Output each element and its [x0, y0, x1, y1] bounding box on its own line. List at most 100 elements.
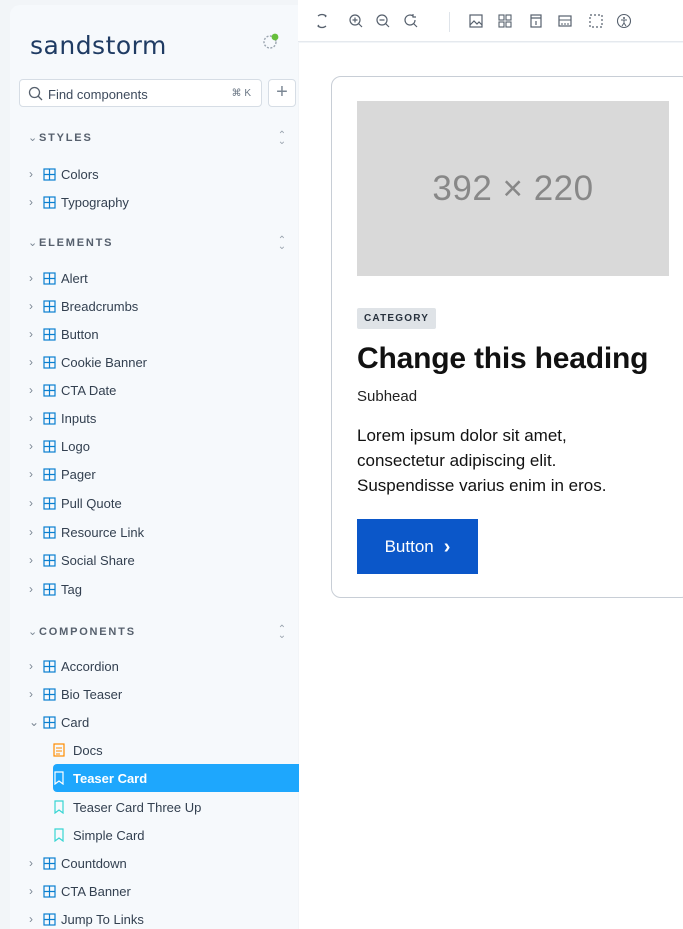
chevron-right-icon: › — [29, 582, 33, 596]
add-button[interactable]: + — [268, 79, 296, 107]
sidebar-item-label: Card — [61, 714, 90, 730]
zoom-out-icon[interactable] — [375, 13, 391, 29]
sidebar-item-label: Simple Card — [73, 827, 145, 843]
card-heading: Change this heading — [357, 342, 649, 375]
sidebar-item-logo[interactable]: › Logo — [29, 434, 90, 458]
sidebar-item-teaser-card-three-up[interactable]: Teaser Card Three Up — [53, 795, 201, 819]
section-components[interactable]: ⌄COMPONENTS — [28, 625, 136, 638]
reset-zoom-icon[interactable] — [403, 13, 419, 29]
sidebar-item-label: Jump To Links — [61, 911, 144, 927]
sidebar-item-resource-link[interactable]: › Resource Link — [29, 520, 144, 544]
sidebar-item-tag[interactable]: › Tag — [29, 577, 82, 601]
chevron-right-icon: › — [29, 525, 33, 539]
component-icon — [43, 496, 56, 510]
viewport-icon[interactable] — [528, 13, 544, 29]
bookmark-icon — [54, 771, 64, 785]
chevron-right-icon: › — [29, 467, 33, 481]
sidebar-item-label: Bio Teaser — [61, 686, 123, 702]
background-icon[interactable] — [468, 13, 484, 29]
sidebar-item-label: CTA Banner — [61, 883, 131, 899]
chevron-right-icon: › — [29, 195, 33, 209]
section-title: ELEMENTS — [39, 237, 114, 249]
expand-collapse-icon[interactable]: ⌃ ⌄ — [277, 625, 287, 641]
image-placeholder: 392 × 220 — [357, 101, 669, 276]
reload-icon[interactable] — [314, 13, 330, 29]
sidebar: sandstorm Find components ⌘ K + ⌄STYLES … — [10, 5, 320, 929]
sidebar-item-simple-card[interactable]: Simple Card — [53, 823, 145, 847]
component-icon — [43, 411, 56, 425]
component-icon — [43, 856, 56, 870]
card-cta-button[interactable]: Button › — [357, 519, 478, 574]
chevron-right-icon: › — [29, 553, 33, 567]
sidebar-item-label: Accordion — [61, 658, 119, 674]
sidebar-item-social-share[interactable]: › Social Share — [29, 548, 135, 572]
grid-icon[interactable] — [497, 13, 513, 29]
sandstorm-logo[interactable]: sandstorm — [30, 31, 167, 60]
sidebar-item-label: Pager — [61, 466, 96, 482]
component-icon — [43, 327, 56, 341]
sidebar-item-button[interactable]: › Button — [29, 322, 99, 346]
accessibility-icon[interactable] — [616, 13, 632, 29]
outline-icon[interactable] — [588, 13, 604, 29]
measure-icon[interactable] — [557, 13, 573, 29]
sidebar-item-label: Countdown — [61, 855, 127, 871]
component-icon — [43, 271, 56, 285]
sidebar-item-accordion[interactable]: › Accordion — [29, 654, 119, 678]
sidebar-item-inputs[interactable]: › Inputs — [29, 406, 96, 430]
expand-collapse-icon[interactable]: ⌃ ⌄ — [277, 236, 287, 252]
sidebar-item-alert[interactable]: › Alert — [29, 266, 88, 290]
search-shortcut: ⌘ K — [231, 88, 251, 99]
component-icon — [43, 167, 56, 181]
sidebar-item-pager[interactable]: › Pager — [29, 462, 96, 486]
sidebar-item-bio-teaser[interactable]: › Bio Teaser — [29, 682, 122, 706]
chevron-right-icon: › — [29, 411, 33, 425]
zoom-in-icon[interactable] — [348, 13, 364, 29]
chevron-down-icon: ⌄ — [28, 237, 40, 249]
sidebar-item-cta-date[interactable]: › CTA Date — [29, 378, 116, 402]
sidebar-item-label: Inputs — [61, 410, 97, 426]
category-badge: CATEGORY — [357, 308, 437, 329]
sidebar-item-label: Pull Quote — [61, 495, 122, 511]
status-icon[interactable] — [262, 32, 280, 50]
sidebar-item-cookie-banner[interactable]: › Cookie Banner — [29, 350, 147, 374]
expand-collapse-icon[interactable]: ⌃ ⌄ — [277, 131, 287, 147]
chevron-down-icon: ⌄ — [28, 626, 40, 638]
component-icon — [43, 467, 56, 481]
chevron-down-icon: ⌄ — [28, 132, 40, 144]
storybook-app: sandstorm Find components ⌘ K + ⌄STYLES … — [0, 0, 683, 929]
sidebar-item-docs[interactable]: Docs — [53, 738, 103, 762]
chevron-right-icon: › — [29, 383, 33, 397]
chevron-right-icon: › — [29, 299, 33, 313]
preview-toolbar — [298, 0, 683, 42]
sidebar-item-card[interactable]: ⌄ Card — [29, 710, 89, 734]
sidebar-item-typography[interactable]: › Typography — [29, 190, 129, 214]
chevron-right-icon: › — [29, 912, 33, 926]
component-icon — [43, 525, 56, 539]
chevron-right-icon: › — [29, 856, 33, 870]
card-body: Lorem ipsum dolor sit amet, consectetur … — [357, 426, 607, 495]
search-input[interactable]: Find components ⌘ K — [19, 79, 262, 107]
component-icon — [43, 299, 56, 313]
sidebar-item-jump-to-links[interactable]: › Jump To Links — [29, 907, 144, 929]
sidebar-item-label: Typography — [61, 194, 129, 210]
sidebar-item-teaser-card[interactable]: Teaser Card — [53, 764, 320, 792]
sidebar-item-breadcrumbs[interactable]: › Breadcrumbs — [29, 294, 138, 318]
bookmark-icon — [54, 800, 64, 814]
card-subhead: Subhead — [357, 388, 418, 405]
sidebar-item-cta-banner[interactable]: › CTA Banner — [29, 879, 131, 903]
section-styles[interactable]: ⌄STYLES — [28, 131, 93, 144]
sidebar-item-pull-quote[interactable]: › Pull Quote — [29, 491, 122, 515]
sidebar-item-label: Alert — [61, 270, 88, 286]
section-elements[interactable]: ⌄ELEMENTS — [28, 236, 113, 249]
sidebar-item-label: Cookie Banner — [61, 354, 147, 370]
component-icon — [43, 912, 56, 926]
sidebar-item-countdown[interactable]: › Countdown — [29, 851, 127, 875]
component-icon — [43, 659, 56, 673]
sidebar-item-colors[interactable]: › Colors — [29, 162, 99, 186]
chevron-right-icon: › — [29, 687, 33, 701]
sidebar-item-label: Breadcrumbs — [61, 298, 139, 314]
component-icon — [43, 582, 56, 596]
sidebar-item-label: Docs — [73, 742, 103, 758]
component-icon — [43, 687, 56, 701]
section-title: STYLES — [39, 132, 93, 144]
